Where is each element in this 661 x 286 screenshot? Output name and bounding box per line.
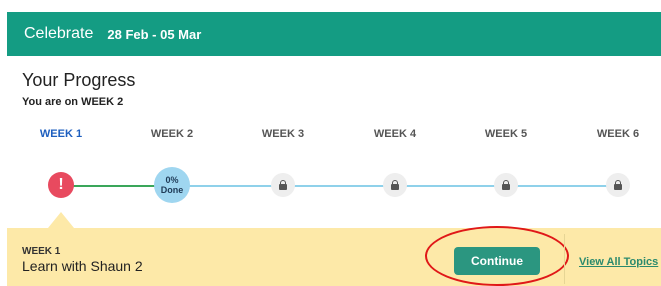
lock-icon	[278, 180, 288, 190]
progress-percent: 0%	[165, 175, 179, 185]
week-2-label[interactable]: WEEK 2	[151, 128, 193, 140]
week-5-node	[494, 173, 518, 197]
week-4-node	[383, 173, 407, 197]
progress-done-label: Done	[160, 185, 184, 195]
week-2-node[interactable]: 0% Done	[154, 167, 190, 203]
progress-subtitle: You are on WEEK 2	[22, 96, 124, 108]
app-title: Celebrate	[24, 25, 94, 42]
highlight-circle	[425, 226, 569, 286]
progress-title: Your Progress	[22, 70, 136, 90]
lock-icon	[501, 180, 511, 190]
week-1-label[interactable]: WEEK 1	[40, 128, 82, 140]
week-5-label: WEEK 5	[484, 128, 528, 140]
date-range: 28 Feb - 05 Mar	[107, 26, 202, 42]
week-1-node[interactable]: !	[48, 172, 74, 198]
view-all-topics-link[interactable]: View All Topics	[579, 256, 658, 268]
panel-divider	[564, 234, 565, 284]
topic-title: Learn with Shaun 2	[22, 258, 143, 274]
lock-icon	[390, 180, 400, 190]
week-6-label: WEEK 6	[596, 128, 640, 140]
panel-pointer	[48, 212, 74, 228]
week-4-label: WEEK 4	[373, 128, 417, 140]
week-6-node	[606, 173, 630, 197]
week-3-label: WEEK 3	[261, 128, 305, 140]
header-bar: Celebrate 28 Feb - 05 Mar	[7, 12, 661, 56]
week-3-node	[271, 173, 295, 197]
panel-week-label: WEEK 1	[22, 246, 61, 257]
lock-icon	[613, 180, 623, 190]
alert-icon: !	[58, 176, 64, 193]
